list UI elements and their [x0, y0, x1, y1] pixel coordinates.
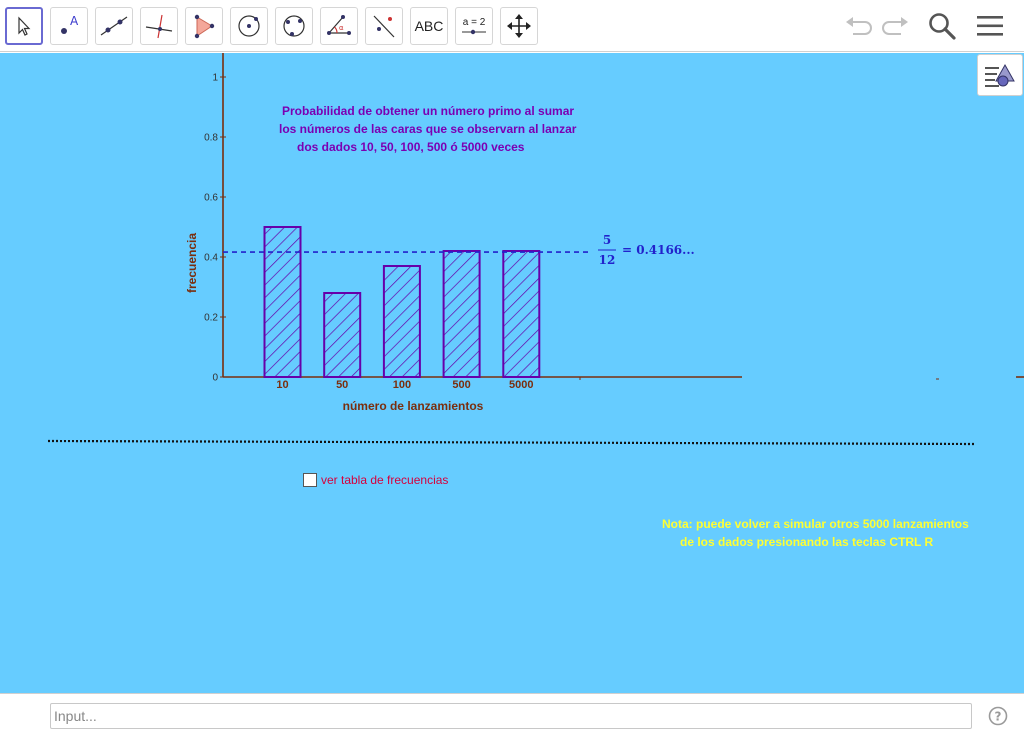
svg-text:A: A: [70, 14, 79, 28]
cursor-arrow-icon: [18, 16, 31, 36]
redo-button[interactable]: [880, 10, 912, 42]
chart-title-line-3: dos dados 10, 50, 100, 500 ó 5000 veces: [297, 140, 525, 154]
note-line-1: Nota: puede volver a simular otros 5000 …: [662, 517, 969, 531]
search-button[interactable]: [926, 10, 958, 42]
undo-button[interactable]: [842, 10, 874, 42]
toolbar: A α ABC a = 2: [0, 0, 1024, 52]
undo-icon: [846, 17, 872, 35]
chart-title-line-2: los números de las caras que se observar…: [279, 122, 577, 136]
x-axis-label: número de lanzamientos: [343, 399, 484, 413]
slider-tool-button[interactable]: a = 2: [455, 7, 493, 45]
style-bar-icon: [985, 63, 1015, 87]
move-arrows-icon: [507, 14, 531, 38]
circle-center-point-tool-button[interactable]: [230, 7, 268, 45]
x-tick-label: 50: [336, 379, 348, 391]
chart-title-line-1: Probabilidad de obtener un número primo …: [282, 104, 575, 118]
bar: [382, 265, 421, 378]
y-tick-label: 0.6: [204, 193, 218, 204]
dotted-separator: [47, 439, 975, 446]
svg-text:?: ?: [995, 710, 1002, 724]
search-icon: [929, 13, 956, 40]
frequency-table-checkbox-label: ver tabla de frecuencias: [321, 473, 449, 487]
reference-fraction-denominator: 12: [599, 253, 616, 267]
frequency-table-checkbox[interactable]: [303, 473, 317, 487]
bar: [263, 226, 302, 378]
circle-center-icon: [238, 15, 260, 37]
text-tool-label: ABC: [414, 18, 444, 34]
move-tool-button[interactable]: [5, 7, 43, 45]
line-tool-button[interactable]: [95, 7, 133, 45]
point-icon: A: [61, 14, 79, 34]
reference-value-label: = 0.4166...: [622, 243, 695, 257]
x-tick-label: 5000: [509, 379, 533, 391]
x-tick-label: 10: [276, 379, 288, 391]
move-graphics-view-tool-button[interactable]: [500, 7, 538, 45]
perpendicular-line-tool-button[interactable]: [140, 7, 178, 45]
reflect-icon: [373, 15, 395, 38]
help-button[interactable]: ?: [988, 706, 1008, 726]
slider-tool-label: a = 2: [462, 16, 486, 28]
circle-three-points-icon: [283, 15, 305, 37]
line-icon: [100, 16, 128, 36]
y-tick-label: 0: [212, 373, 218, 384]
graphics-view[interactable]: 0 0.2 0.4 0.6 0.8 1 frecuencia número de lanzam…: [0, 53, 1024, 693]
circle-three-points-tool-button[interactable]: [275, 7, 313, 45]
algebra-input[interactable]: [50, 703, 972, 729]
menu-button[interactable]: [974, 10, 1006, 42]
text-tool-button[interactable]: ABC: [410, 7, 448, 45]
note-line-2: de los dados presionando las teclas CTRL…: [680, 535, 934, 549]
y-axis-label: frecuencia: [185, 233, 199, 293]
polygon-icon: [194, 14, 215, 39]
reflect-tool-button[interactable]: [365, 7, 403, 45]
y-tick-label: 1: [212, 73, 218, 84]
point-tool-button[interactable]: A: [50, 7, 88, 45]
redo-icon: [882, 17, 908, 35]
x-tick-label: 100: [393, 379, 411, 391]
polygon-tool-button[interactable]: [185, 7, 223, 45]
reference-fraction-numerator: 5: [603, 233, 611, 247]
bar: [442, 250, 481, 378]
x-tick-label: 500: [452, 379, 470, 391]
svg-text:α: α: [339, 24, 344, 32]
bar: [323, 292, 362, 378]
perpendicular-line-icon: [145, 14, 173, 39]
frequency-table-toggle[interactable]: ver tabla de frecuencias: [303, 473, 448, 487]
angle-icon: α: [327, 15, 351, 35]
y-tick-label: 0.2: [204, 313, 218, 324]
menu-icon: [977, 16, 1003, 36]
input-bar: ?: [0, 693, 1024, 738]
slider-icon: [462, 29, 486, 34]
help-icon: ?: [988, 706, 1008, 726]
style-bar-button[interactable]: [977, 54, 1023, 96]
bar: [502, 250, 541, 378]
y-tick-label: 0.4: [204, 253, 218, 264]
y-tick-label: 0.8: [204, 133, 218, 144]
angle-tool-button[interactable]: α: [320, 7, 358, 45]
